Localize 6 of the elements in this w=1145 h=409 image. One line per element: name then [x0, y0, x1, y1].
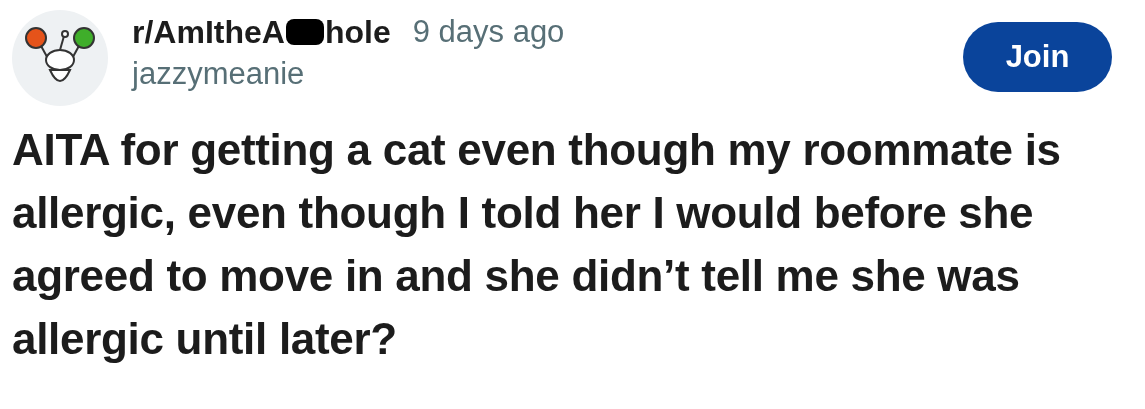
subreddit-name[interactable]: hole: [324, 8, 391, 56]
subreddit-name[interactable]: r/AmItheA: [132, 8, 285, 56]
post-time: 9 days ago: [412, 12, 565, 51]
post-title: AITA for getting a cat even though my roommate is allergic, even though I told her I would before she agreed to move in and she didn’t tell me she was allergic until later?: [12, 124, 1062, 365]
join-button[interactable]: Join: [963, 22, 1112, 92]
author-name[interactable]: jazzymeanie: [132, 54, 565, 94]
